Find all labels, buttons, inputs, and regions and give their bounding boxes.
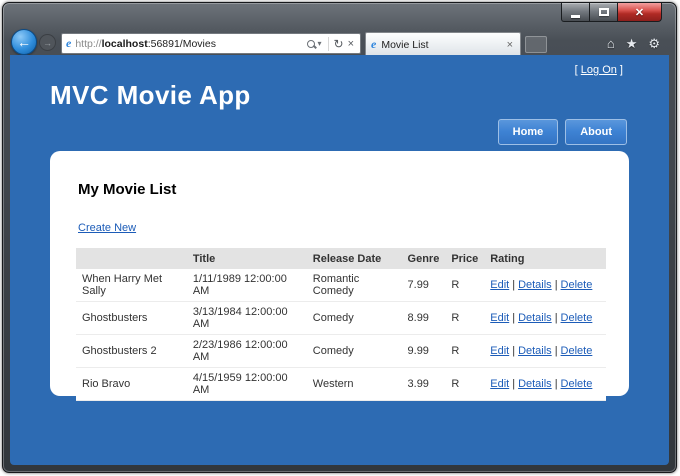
address-divider: [327, 36, 329, 51]
movie-date: 2/23/1986 12:00:00 AM: [186, 334, 307, 368]
header-genre: Genre: [401, 248, 446, 269]
forward-arrow-icon: →: [43, 37, 52, 48]
edit-link[interactable]: Edit: [490, 378, 509, 390]
table-row: Rio Bravo 4/15/1959 12:00:00 AM Western …: [76, 367, 606, 401]
browser-window: ✕ ← → e http://localhost:56891/Movies ▾ …: [2, 2, 677, 473]
movie-rating: R: [445, 301, 485, 335]
movie-rating: R: [445, 334, 485, 368]
url-text[interactable]: http://localhost:56891/Movies: [75, 38, 305, 50]
back-button[interactable]: ←: [11, 29, 37, 55]
row-actions: Edit | Details | Delete: [484, 334, 606, 368]
table-row: Ghostbusters 3/13/1984 12:00:00 AM Comed…: [76, 301, 606, 335]
maximize-button[interactable]: [590, 3, 618, 22]
movie-price: 8.99: [401, 301, 446, 335]
tab-favicon: e: [371, 37, 377, 51]
delete-link[interactable]: Delete: [561, 312, 593, 324]
movie-genre: Romantic Comedy: [306, 269, 402, 302]
movie-price: 9.99: [401, 334, 446, 368]
close-icon: ✕: [634, 6, 645, 19]
main-nav: Home About: [10, 119, 627, 145]
delete-link[interactable]: Delete: [561, 378, 593, 390]
movie-name: When Harry Met Sally: [76, 269, 187, 302]
header-title: Title: [186, 248, 307, 269]
action-separator: |: [554, 312, 558, 324]
movie-date: 3/13/1984 12:00:00 AM: [186, 301, 307, 335]
tools-gear-icon[interactable]: ⚙: [648, 36, 660, 52]
movie-name: Ghostbusters: [76, 301, 187, 335]
refresh-icon[interactable]: ↻: [334, 37, 344, 51]
movie-date: 4/15/1959 12:00:00 AM: [186, 367, 307, 401]
table-header-row: Title Release Date Genre Price Rating: [76, 248, 606, 269]
address-dropdown-icon[interactable]: ▾: [317, 39, 321, 48]
details-link[interactable]: Details: [518, 279, 552, 291]
movie-name: Ghostbusters 2: [76, 334, 187, 368]
action-separator: |: [512, 312, 516, 324]
movie-genre: Comedy: [306, 334, 402, 368]
create-new-link[interactable]: Create New: [78, 222, 136, 234]
url-path: :56891/Movies: [147, 37, 216, 50]
new-tab-button[interactable]: [525, 36, 547, 53]
browser-toolbar-icons: ⌂ ★ ⚙: [607, 36, 660, 52]
search-icon[interactable]: [307, 39, 316, 48]
delete-link[interactable]: Delete: [561, 279, 593, 291]
maximize-icon: [598, 8, 609, 16]
action-separator: |: [554, 378, 558, 390]
action-separator: |: [512, 279, 516, 291]
address-bar[interactable]: e http://localhost:56891/Movies ▾ ↻ ×: [61, 33, 361, 54]
movie-date: 1/11/1989 12:00:00 AM: [186, 269, 307, 302]
row-actions: Edit | Details | Delete: [484, 301, 606, 335]
table-row: Ghostbusters 2 2/23/1986 12:00:00 AM Com…: [76, 334, 606, 368]
back-arrow-icon: ←: [17, 34, 31, 50]
page-favicon: e: [66, 36, 72, 50]
action-separator: |: [512, 345, 516, 357]
logon-area: [ Log On ]: [10, 55, 669, 76]
nav-about-button[interactable]: About: [565, 119, 627, 145]
details-link[interactable]: Details: [518, 378, 552, 390]
action-separator: |: [554, 345, 558, 357]
movie-price: 3.99: [401, 367, 446, 401]
movie-name: Rio Bravo: [76, 367, 187, 401]
row-actions: Edit | Details | Delete: [484, 367, 606, 401]
app-title: MVC Movie App: [50, 80, 251, 110]
close-window-button[interactable]: ✕: [618, 3, 662, 22]
action-separator: |: [512, 378, 516, 390]
details-link[interactable]: Details: [518, 345, 552, 357]
movie-rating: R: [445, 269, 485, 302]
movie-price: 7.99: [401, 269, 446, 302]
movie-genre: Comedy: [306, 301, 402, 335]
logon-bracket-right: ]: [616, 64, 623, 76]
home-icon[interactable]: ⌂: [607, 36, 615, 52]
details-link[interactable]: Details: [518, 312, 552, 324]
header-price: Price: [445, 248, 485, 269]
tab-close-icon[interactable]: ×: [505, 39, 515, 51]
page-background: [ Log On ] MVC Movie App Home About My M…: [10, 55, 669, 465]
section-heading: My Movie List: [78, 181, 177, 198]
favorites-star-icon[interactable]: ★: [626, 36, 638, 52]
edit-link[interactable]: Edit: [490, 312, 509, 324]
table-row: When Harry Met Sally 1/11/1989 12:00:00 …: [76, 269, 606, 302]
header-rating: Rating: [484, 248, 606, 269]
movies-table: Title Release Date Genre Price Rating Wh…: [76, 248, 606, 401]
url-host: localhost: [101, 37, 148, 50]
logon-link[interactable]: Log On: [581, 64, 617, 76]
tab-title: Movie List: [381, 38, 429, 51]
header-release-date: Release Date: [306, 248, 402, 269]
minimize-button[interactable]: [561, 3, 590, 22]
edit-link[interactable]: Edit: [490, 345, 509, 357]
delete-link[interactable]: Delete: [561, 345, 593, 357]
content-card: My Movie List Create New Title Release D…: [50, 151, 629, 401]
row-actions: Edit | Details | Delete: [484, 269, 606, 302]
action-separator: |: [554, 279, 558, 291]
tab-movie-list[interactable]: e Movie List ×: [365, 32, 521, 56]
url-protocol: http://: [75, 37, 102, 50]
forward-button[interactable]: →: [39, 34, 56, 51]
nav-home-button[interactable]: Home: [497, 119, 559, 145]
header-empty: [76, 248, 187, 269]
stop-icon[interactable]: ×: [348, 38, 354, 50]
edit-link[interactable]: Edit: [490, 279, 509, 291]
movie-genre: Western: [306, 367, 402, 401]
movie-rating: R: [445, 367, 485, 401]
window-controls: ✕: [561, 3, 662, 22]
minimize-icon: [571, 14, 580, 18]
